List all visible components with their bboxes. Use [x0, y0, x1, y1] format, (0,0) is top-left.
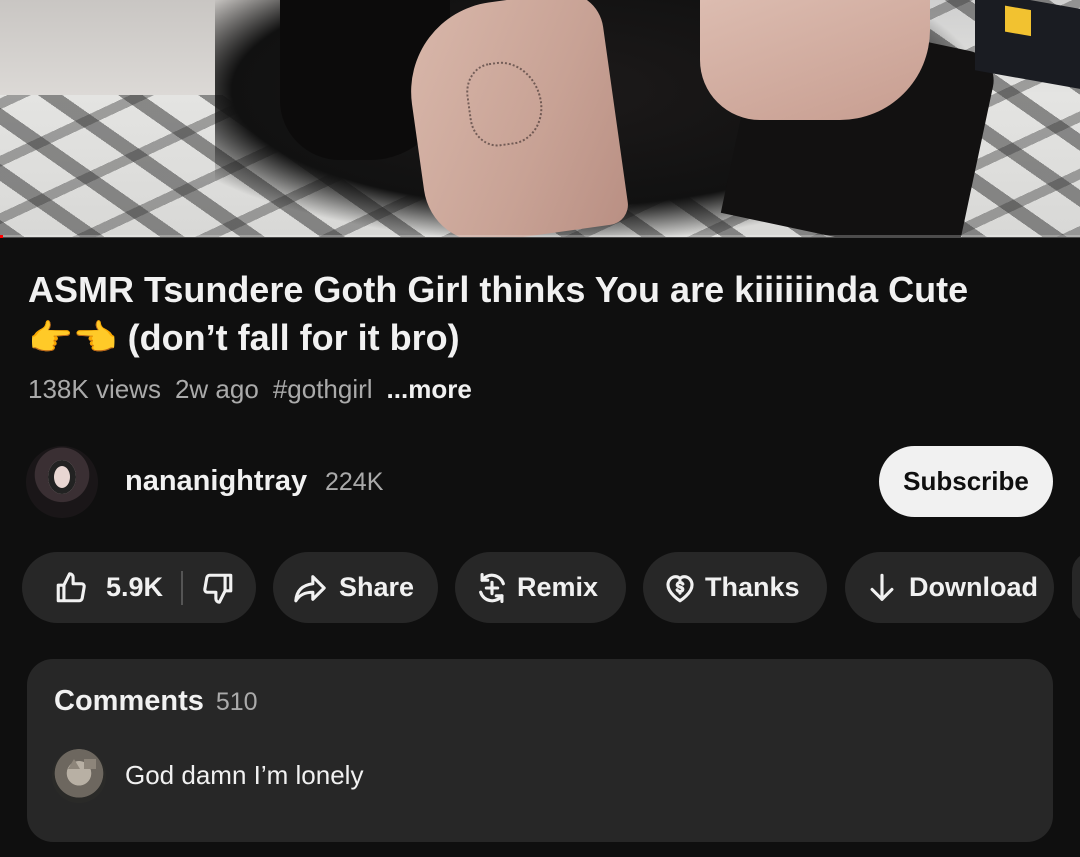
top-comment-text: God damn I’m lonely	[125, 760, 364, 790]
like-count[interactable]: 5.9K	[106, 572, 163, 603]
like-dislike-pill: 5.9K	[22, 552, 256, 623]
channel-subscriber-count: 224K	[325, 468, 384, 496]
comments-header: Comments 510	[54, 685, 258, 718]
thumbs-up-icon[interactable]	[54, 571, 88, 605]
watch-page: ASMR Tsundere Goth Girl thinks You are k…	[0, 0, 1080, 857]
hashtag-link[interactable]: #gothgirl	[273, 374, 373, 405]
video-title-line2: (don’t fall for it bro)	[127, 317, 460, 358]
download-label: Download	[909, 572, 1038, 602]
share-button[interactable]: Share	[273, 552, 438, 623]
video-progress-bar[interactable]	[0, 235, 1080, 238]
description-more-link[interactable]: ...more	[387, 374, 472, 405]
comments-count: 510	[215, 688, 258, 716]
upload-age: 2w ago	[174, 374, 259, 404]
thanks-label: Thanks	[705, 572, 800, 602]
remix-icon	[479, 572, 505, 603]
share-label: Share	[339, 572, 415, 602]
video-title-emoji: 👉👈	[28, 317, 118, 358]
remix-button[interactable]: Remix	[455, 552, 626, 623]
thumbs-down-icon[interactable]	[201, 571, 235, 605]
video-meta[interactable]: 138K views 2w ago #gothgirl ...more	[28, 374, 472, 405]
share-arrow-icon	[294, 574, 326, 602]
like-divider	[181, 570, 184, 605]
download-arrow-icon	[870, 573, 894, 601]
view-count: 138K views	[28, 374, 161, 404]
channel-name[interactable]: nananightray	[125, 465, 307, 498]
download-button[interactable]: Download	[845, 552, 1054, 623]
comments-panel[interactable]: Comments 510 God damn I’m lonely	[27, 659, 1053, 842]
subscribe-button[interactable]: Subscribe	[879, 446, 1053, 517]
remix-label: Remix	[517, 572, 599, 602]
video-title[interactable]: ASMR Tsundere Goth Girl thinks You are k…	[28, 266, 1058, 362]
video-frame-arm	[399, 0, 631, 237]
comments-label: Comments	[54, 685, 204, 717]
video-progress-fill	[0, 235, 4, 238]
channel-avatar[interactable]	[26, 446, 98, 518]
thanks-button[interactable]: Thanks	[643, 552, 827, 623]
heart-dollar-icon	[666, 574, 694, 602]
video-player[interactable]	[0, 0, 1080, 237]
commenter-avatar	[52, 749, 106, 803]
more-actions-button[interactable]	[1072, 552, 1080, 623]
video-title-line1: ASMR Tsundere Goth Girl thinks You are k…	[28, 269, 969, 310]
